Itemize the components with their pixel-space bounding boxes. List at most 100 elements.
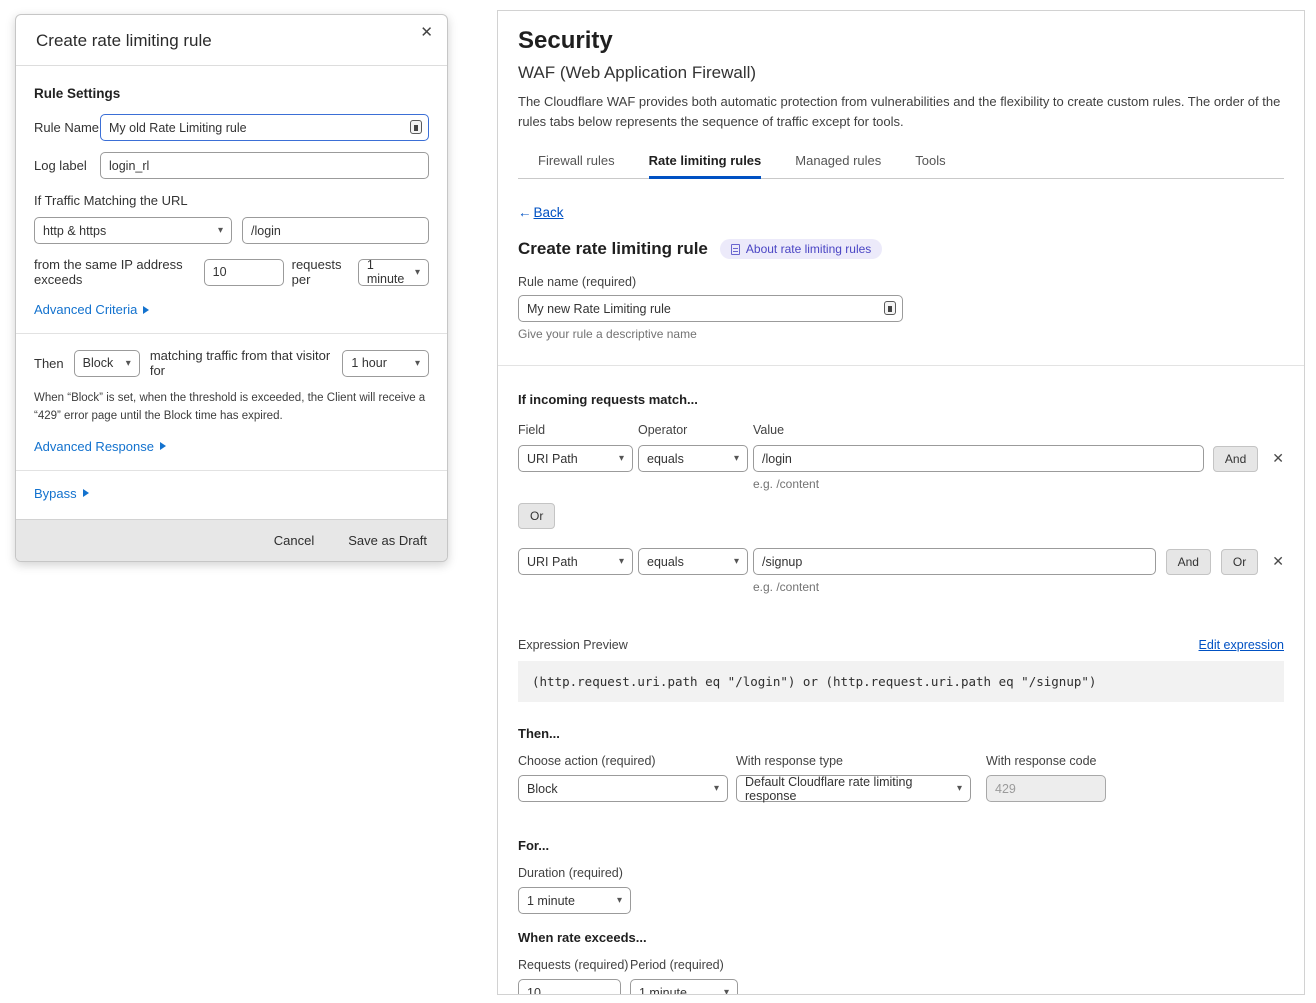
chevron-down-icon: ▾ — [957, 783, 962, 794]
response-type-label: With response type — [736, 754, 986, 768]
block-note: When “Block” is set, when the threshold … — [34, 390, 429, 426]
threshold-prefix: from the same IP address exceeds — [34, 257, 196, 287]
log-label-input[interactable] — [100, 152, 429, 179]
url-input[interactable] — [242, 217, 429, 244]
period-label: Period (required) — [630, 958, 724, 972]
rule-name-label: Rule Name — [34, 120, 100, 135]
for-heading: For... — [518, 838, 1284, 853]
form-title: Create rate limiting rule — [518, 239, 708, 259]
match-heading: If incoming requests match... — [518, 392, 1284, 407]
expression-preview: (http.request.uri.path eq "/login") or (… — [518, 661, 1284, 702]
dialog-header: Create rate limiting rule ✕ — [16, 15, 447, 66]
field-label: Field — [518, 423, 633, 437]
operator-select[interactable]: equals ▾ — [638, 445, 748, 472]
divider — [498, 365, 1304, 366]
action-select[interactable]: Block ▾ — [74, 350, 140, 377]
chevron-down-icon: ▾ — [617, 895, 622, 906]
rule-name-input[interactable] — [518, 295, 903, 322]
tab-firewall-rules[interactable]: Firewall rules — [538, 147, 615, 179]
duration-select[interactable]: 1 minute ▾ — [518, 887, 631, 914]
chevron-down-icon: ▾ — [619, 453, 624, 464]
log-label-label: Log label — [34, 158, 100, 173]
remove-condition-icon[interactable]: ✕ — [1272, 450, 1284, 467]
threshold-suffix: requests per — [292, 257, 350, 287]
create-rate-limit-dialog: Create rate limiting rule ✕ Rule Setting… — [15, 14, 448, 562]
rule-name-label: Rule name (required) — [518, 275, 1284, 289]
field-select[interactable]: URI Path ▾ — [518, 445, 633, 472]
value-input[interactable] — [753, 548, 1156, 575]
condition-row: URI Path ▾ equals ▾ And ✕ — [518, 445, 1284, 472]
about-rate-limiting-badge[interactable]: About rate limiting rules — [720, 239, 882, 259]
requests-input[interactable] — [518, 979, 621, 995]
dialog-title: Create rate limiting rule — [36, 31, 212, 50]
chevron-down-icon: ▾ — [619, 556, 624, 567]
threshold-input[interactable] — [204, 259, 284, 286]
back-arrow-icon: ← — [518, 205, 532, 220]
disclosure-arrow-icon — [83, 489, 89, 497]
condition-row: URI Path ▾ equals ▾ And Or ✕ — [518, 548, 1284, 575]
page-subtitle: WAF (Web Application Firewall) — [518, 63, 1284, 83]
password-manager-icon[interactable] — [884, 301, 896, 315]
save-as-draft-button[interactable]: Save as Draft — [348, 533, 427, 548]
period-select[interactable]: 1 minute ▾ — [358, 259, 429, 286]
scheme-select[interactable]: http & https ▾ — [34, 217, 232, 244]
choose-action-select[interactable]: Block ▾ — [518, 775, 728, 802]
close-icon[interactable]: ✕ — [420, 25, 433, 40]
remove-condition-icon[interactable]: ✕ — [1272, 553, 1284, 570]
tab-managed-rules[interactable]: Managed rules — [795, 147, 881, 179]
operator-label: Operator — [638, 423, 748, 437]
value-hint: e.g. /content — [753, 580, 1284, 594]
dialog-footer: Cancel Save as Draft — [16, 519, 447, 561]
or-button[interactable]: Or — [1221, 549, 1258, 575]
value-input[interactable] — [753, 445, 1204, 472]
response-code-label: With response code — [986, 754, 1096, 768]
chevron-down-icon: ▾ — [415, 267, 420, 278]
tab-tools[interactable]: Tools — [915, 147, 945, 179]
operator-select[interactable]: equals ▾ — [638, 548, 748, 575]
page-description: The Cloudflare WAF provides both automat… — [518, 92, 1284, 131]
field-select[interactable]: URI Path ▾ — [518, 548, 633, 575]
advanced-criteria-link[interactable]: Advanced Criteria — [34, 302, 149, 317]
value-label: Value — [753, 423, 784, 437]
duration-label: Duration (required) — [518, 866, 1284, 880]
advanced-response-link[interactable]: Advanced Response — [34, 439, 166, 454]
expression-preview-label: Expression Preview — [518, 638, 628, 652]
bypass-link[interactable]: Bypass — [34, 486, 89, 501]
chevron-down-icon: ▾ — [218, 225, 223, 236]
and-button[interactable]: And — [1213, 446, 1258, 472]
period-select[interactable]: 1 minute ▾ — [630, 979, 738, 995]
and-button[interactable]: And — [1166, 549, 1211, 575]
chevron-down-icon: ▾ — [714, 783, 719, 794]
rate-heading: When rate exceeds... — [518, 930, 1284, 945]
chevron-down-icon: ▾ — [734, 556, 739, 567]
divider — [16, 333, 447, 334]
then-suffix: matching traffic from that visitor for — [150, 348, 335, 378]
response-code-input: 429 — [986, 775, 1106, 802]
back-link[interactable]: ← Back — [518, 205, 564, 220]
cancel-button[interactable]: Cancel — [274, 533, 314, 548]
password-manager-icon[interactable] — [410, 120, 422, 134]
rule-settings-heading: Rule Settings — [34, 86, 429, 101]
disclosure-arrow-icon — [160, 442, 166, 450]
page-title: Security — [518, 27, 1284, 55]
rule-name-help: Give your rule a descriptive name — [518, 327, 1284, 341]
chevron-down-icon: ▾ — [126, 358, 131, 369]
traffic-match-label: If Traffic Matching the URL — [34, 193, 429, 208]
chevron-down-icon: ▾ — [724, 987, 729, 995]
then-label: Then — [34, 356, 64, 371]
rule-name-input[interactable] — [100, 114, 429, 141]
chevron-down-icon: ▾ — [415, 358, 420, 369]
or-button[interactable]: Or — [518, 503, 555, 529]
disclosure-arrow-icon — [143, 306, 149, 314]
choose-action-label: Choose action (required) — [518, 754, 736, 768]
chevron-down-icon: ▾ — [734, 453, 739, 464]
security-waf-panel: Security WAF (Web Application Firewall) … — [497, 10, 1305, 995]
edit-expression-link[interactable]: Edit expression — [1199, 638, 1284, 652]
requests-label: Requests (required) — [518, 958, 630, 972]
ban-duration-select[interactable]: 1 hour ▾ — [342, 350, 429, 377]
tab-rate-limiting-rules[interactable]: Rate limiting rules — [649, 147, 762, 179]
doc-icon — [731, 244, 740, 255]
response-type-select[interactable]: Default Cloudflare rate limiting respons… — [736, 775, 971, 802]
waf-tabs: Firewall rules Rate limiting rules Manag… — [518, 147, 1284, 179]
value-hint: e.g. /content — [753, 477, 1284, 491]
